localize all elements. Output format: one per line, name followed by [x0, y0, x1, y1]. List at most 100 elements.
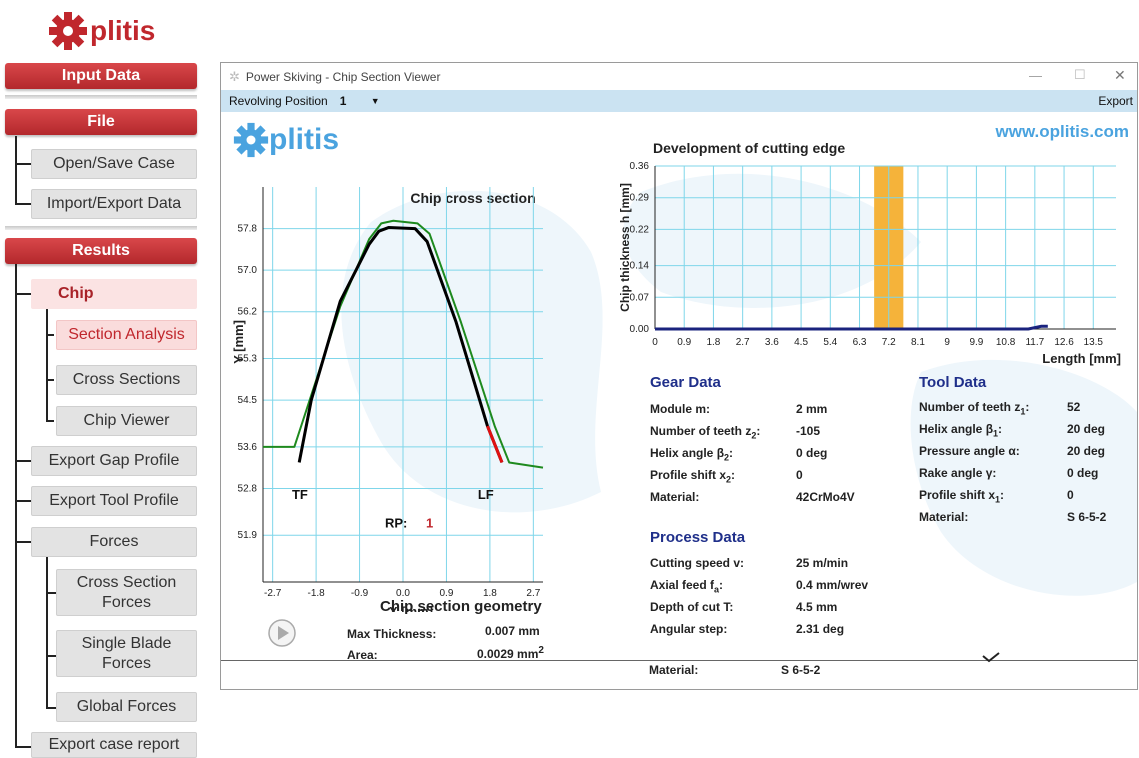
y-tick-label: 0.14 [630, 261, 650, 272]
lf-label: LF [478, 487, 494, 502]
tool-data-row: Number of teeth z1: 52 [919, 400, 1137, 422]
gear-data-title: Gear Data [650, 374, 721, 391]
revolving-position-label: Revolving Position [229, 94, 328, 108]
play-button[interactable] [267, 618, 297, 653]
y-axis-label: Chip thickness h [mm] [618, 183, 632, 312]
close-button[interactable]: ✕ [1114, 67, 1126, 84]
minimize-button[interactable]: — [1029, 68, 1042, 83]
oplitis-logo: plitis [48, 8, 168, 54]
single-blade-forces-button[interactable]: Single Blade Forces [56, 630, 197, 677]
tool-data-row: Pressure angle α: 20 deg [919, 444, 1137, 466]
chart-title: Chip cross section [410, 190, 535, 206]
gear-data-label: Profile shift x2: [650, 468, 736, 485]
global-forces-button[interactable]: Global Forces [56, 692, 197, 722]
export-gap-profile-button[interactable]: Export Gap Profile [31, 446, 197, 476]
cross-sections-button[interactable]: Cross Sections [56, 365, 197, 395]
chip-profile-line [297, 226, 504, 464]
tree-line [46, 557, 48, 709]
tree-line [46, 707, 56, 709]
tool-data-row: Helix angle β1: 20 deg [919, 422, 1137, 444]
viewer-content: plitis www.oplitis.com Chip cross sectio… [221, 112, 1137, 660]
y-tick-label: 0.36 [630, 161, 650, 172]
process-data-label: Depth of cut T: [650, 600, 734, 614]
tf-label: TF [292, 487, 308, 502]
tool-data-value: 20 deg [1067, 422, 1106, 436]
maximize-button[interactable]: ☐ [1074, 67, 1086, 83]
x-tick-label: 9 [944, 337, 950, 348]
x-tick-label: 1.8 [706, 337, 720, 348]
rp-label: RP: [385, 515, 407, 530]
x-tick-label: 13.5 [1084, 337, 1104, 348]
import-export-data-button[interactable]: Import/Export Data [31, 189, 197, 219]
gear-data-row: Profile shift x2: 0 [650, 468, 936, 490]
x-axis-label: Length [mm] [1042, 351, 1121, 366]
gear-data-value: -105 [796, 424, 821, 438]
open-save-case-button[interactable]: Open/Save Case [31, 149, 197, 179]
x-tick-label: -1.8 [307, 588, 325, 599]
app-gear-icon: ✲ [229, 68, 240, 84]
gear-data-value: 42CrMo4V [796, 490, 855, 504]
export-case-report-button[interactable]: Export case report [31, 732, 197, 758]
tool-data-row: Rake angle γ: 0 deg [919, 466, 1137, 488]
y-tick-label: 56.2 [238, 307, 258, 318]
process-data-row: Depth of cut T: 4.5 mm [650, 600, 936, 622]
x-tick-label: 12.6 [1054, 337, 1074, 348]
tool-data-row: Profile shift x1: 0 [919, 488, 1137, 510]
tool-data-label: Number of teeth z1: [919, 400, 1030, 417]
gear-data-value: 2 mm [796, 402, 828, 416]
revolving-position-select[interactable]: 1 ▼ [339, 94, 380, 108]
export-tool-profile-button[interactable]: Export Tool Profile [31, 486, 197, 516]
cut-material-label: Material: [649, 663, 699, 677]
cut-material-value: S 6-5-2 [781, 663, 821, 677]
chip-viewer-button[interactable]: Chip Viewer [56, 406, 197, 436]
tool-data-value: 52 [1067, 400, 1081, 414]
cross-section-forces-button[interactable]: Cross Section Forces [56, 569, 197, 616]
x-tick-label: 7.2 [882, 337, 896, 348]
play-icon [268, 619, 296, 647]
process-data-label: Cutting speed v: [650, 556, 745, 570]
tree-line [15, 293, 31, 295]
export-button[interactable]: Export [1098, 94, 1133, 108]
gear-data-row: Module m: 2 mm [650, 402, 936, 424]
gear-data-label: Helix angle β2: [650, 446, 734, 463]
gear-data-value: 0 deg [796, 446, 828, 460]
x-tick-label: -2.7 [264, 588, 282, 599]
window-toolbar: Revolving Position 1 ▼ Export [221, 90, 1137, 112]
process-data-value: 2.31 deg [796, 622, 845, 636]
tree-line [15, 136, 17, 204]
section-analysis-button[interactable]: Section Analysis [56, 320, 197, 350]
area-label: Area: [347, 648, 378, 660]
x-tick-label: 11.7 [1025, 337, 1044, 348]
tool-data-label: Pressure angle α: [919, 444, 1020, 458]
gear-data-row: Material: 42CrMo4V [650, 490, 936, 512]
y-tick-label: 52.8 [238, 483, 258, 494]
checkmark-icon [982, 652, 1000, 663]
file-button[interactable]: File [5, 109, 197, 135]
process-data-value: 0.4 mm/wrev [796, 578, 869, 592]
gear-logo-icon [49, 12, 87, 50]
chart-title: Development of cutting edge [653, 140, 845, 156]
gear-data-label: Material: [650, 490, 700, 504]
x-tick-label: 3.6 [765, 337, 779, 348]
input-data-button[interactable]: Input Data [5, 63, 197, 89]
rp-value: 1 [426, 515, 433, 530]
results-button[interactable]: Results [5, 238, 197, 264]
chip-cross-section-chart: Chip cross section-2.7 -1.8 -0.9 0.0 0.9 1.8 2… [231, 187, 544, 612]
gear-data-label: Module m: [650, 402, 710, 416]
process-data-row: Angular step: 2.31 deg [650, 622, 936, 644]
button-label: Cross Section Forces [76, 573, 177, 611]
tool-data-value: S 6-5-2 [1067, 510, 1107, 524]
chip-button[interactable]: Chip [31, 279, 197, 309]
x-tick-label: 10.8 [996, 337, 1016, 348]
y-tick-label: 0.29 [630, 193, 650, 204]
y-tick-label: 57.8 [238, 224, 258, 235]
button-label: Single Blade Forces [81, 634, 172, 672]
forces-button[interactable]: Forces [31, 527, 197, 557]
y-tick-label: 53.6 [238, 442, 258, 453]
process-data-label: Axial feed fa: [650, 578, 724, 595]
max-thickness-value: 0.007 mm [485, 624, 540, 638]
geometry-title: Chip section geometry [380, 598, 542, 615]
x-tick-label: 4.5 [794, 337, 808, 348]
divider [5, 226, 197, 230]
tool-data-value: 20 deg [1067, 444, 1106, 458]
